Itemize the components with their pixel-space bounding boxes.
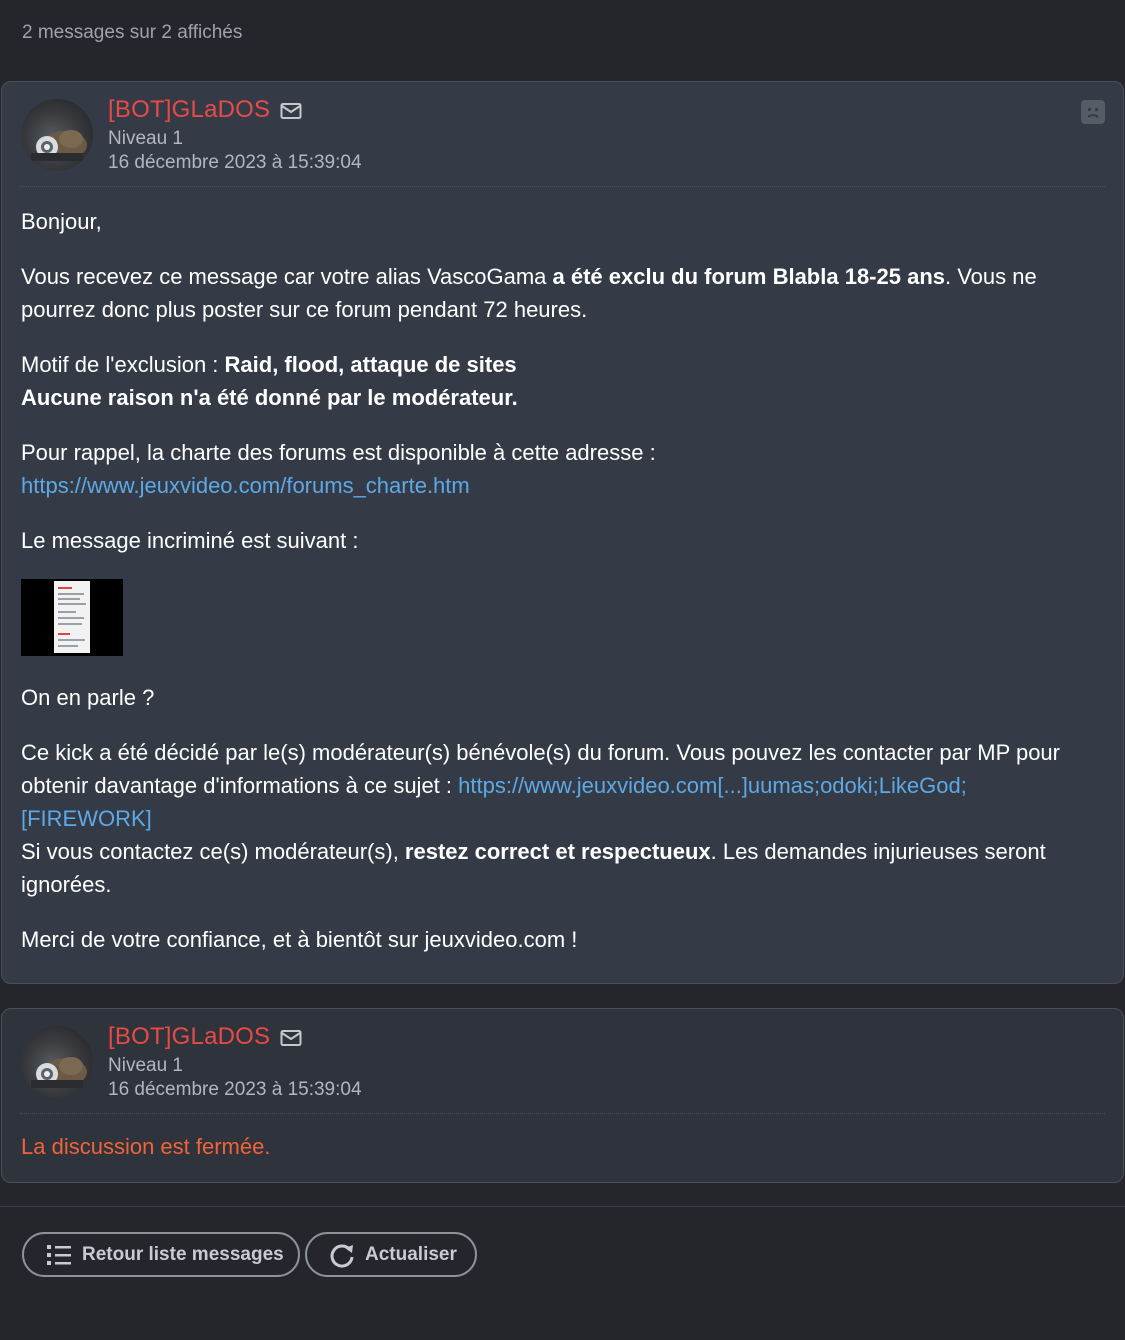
author-name[interactable]: [BOT]GLaDOS — [108, 96, 270, 124]
message-date[interactable]: 16 décembre 2023 à 15:39:04 — [108, 1079, 362, 1101]
back-to-list-button[interactable]: Retour liste messages — [22, 1232, 300, 1277]
message-body: Bonjour, Vous recevez ce message car vot… — [21, 205, 1093, 978]
author-level: Niveau 1 — [108, 128, 183, 149]
divider — [0, 1206, 1125, 1207]
incriminated-text: Le message incriminé est suivant : — [21, 528, 359, 553]
message-header: [BOT]GLaDOS Niveau 1 16 décembre 2023 à … — [20, 1009, 1105, 1114]
message-date[interactable]: 16 décembre 2023 à 15:39:04 — [108, 152, 362, 174]
author-name[interactable]: [BOT]GLaDOS — [108, 1023, 270, 1051]
avatar[interactable] — [21, 1026, 93, 1098]
thanks-text: Merci de votre confiance, et à bientôt s… — [21, 927, 578, 952]
greeting: Bonjour, — [21, 209, 102, 234]
reason-paragraph: Motif de l'exclusion : Raid, flood, atta… — [21, 352, 518, 410]
message-card: [BOT]GLaDOS Niveau 1 16 décembre 2023 à … — [1, 1008, 1124, 1183]
mail-icon[interactable] — [280, 102, 302, 120]
kick-paragraph: Ce kick a été décidé par le(s) modérateu… — [21, 740, 1060, 831]
back-button-label: Retour liste messages — [82, 1243, 284, 1265]
list-icon — [47, 1244, 71, 1265]
charter-paragraph: Pour rappel, la charte des forums est di… — [21, 440, 656, 498]
closed-notice: La discussion est fermée. — [21, 1134, 271, 1159]
contact-paragraph: Si vous contactez ce(s) modérateur(s), r… — [21, 839, 1046, 897]
refresh-button[interactable]: Actualiser — [305, 1232, 477, 1277]
mail-icon[interactable] — [280, 1029, 302, 1047]
screenshot-thumbnail[interactable] — [21, 579, 123, 656]
charter-link[interactable]: https://www.jeuxvideo.com/forums_charte.… — [21, 473, 470, 498]
avatar[interactable] — [21, 99, 93, 171]
sad-face-icon[interactable] — [1081, 100, 1105, 124]
exclusion-paragraph: Vous recevez ce message car votre alias … — [21, 264, 1037, 322]
message-header: [BOT]GLaDOS Niveau 1 16 décembre 2023 à … — [20, 82, 1105, 187]
messages-count: 2 messages sur 2 affichés — [22, 22, 243, 43]
discuss-text: On en parle ? — [21, 685, 155, 710]
author-level: Niveau 1 — [108, 1055, 183, 1076]
refresh-button-label: Actualiser — [365, 1243, 457, 1265]
refresh-icon — [330, 1244, 354, 1268]
no-reason-text: Aucune raison n'a été donné par le modér… — [21, 385, 518, 410]
message-card: [BOT]GLaDOS Niveau 1 16 décembre 2023 à … — [1, 81, 1124, 984]
